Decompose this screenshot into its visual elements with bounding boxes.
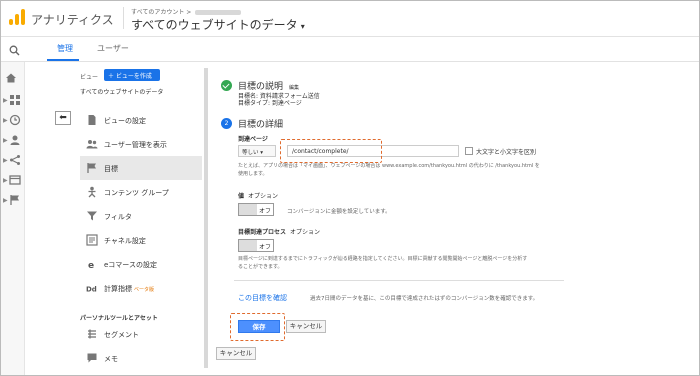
admin-item-annotations[interactable]: メモ [80,346,202,370]
acquisition-branch-icon[interactable]: ▶ [3,154,21,168]
toggle-state: オフ [258,208,271,215]
edit-link[interactable]: 編集 [289,85,299,91]
admin-item-channel-settings[interactable]: チャネル設定 [80,228,202,252]
chevron-down-icon: ▾ [300,22,305,31]
funnel-toggle[interactable]: オフ [238,239,274,252]
save-highlight-box [230,313,285,341]
admin-item-label: コンテンツ グループ [104,189,169,197]
value-help-text: コンバージョンに金額を設定しています。 [287,209,391,215]
beta-badge: ベータ版 [134,287,155,293]
search-icon[interactable] [9,45,20,56]
toggle-knob [239,204,257,215]
header-divider [123,7,124,29]
match-type-dropdown[interactable]: 等しい ▾ [238,145,276,157]
document-icon [88,115,96,125]
admin-item-label: ユーザー管理を表示 [104,141,167,149]
analytics-logo-icon[interactable] [9,9,25,25]
audience-person-icon[interactable]: ▶ [3,134,21,148]
view-label: ビュー [80,74,99,81]
channel-icon [86,234,98,246]
destination-help-text: たとえば、アプリの場合は「マイ画面」、ウェブページの場合は www.exampl… [238,163,540,169]
memo-icon [87,353,97,363]
blurred-account-name [195,10,242,15]
admin-item-label: メモ [104,355,118,363]
tab-users[interactable]: ユーザー [97,43,129,54]
tab-admin[interactable]: 管理 [57,43,73,54]
funnel-help-text-2: ることができます。 [238,264,283,270]
admin-item-filters[interactable]: フィルタ [80,204,202,228]
svg-text:Dd: Dd [86,286,97,294]
svg-text:e: e [88,261,94,270]
admin-item-label: フィルタ [104,213,132,221]
cancel-goal-button[interactable]: キャンセル [216,347,256,360]
destination-label: 到達ページ [238,136,268,143]
admin-item-view-settings[interactable]: ビューの設定 [80,108,202,132]
verify-goal-help-text: 過去7日間のデータを基に、この目標で達成されたはずのコンバージョン数を確認できま… [310,296,539,302]
goal-details-title: 目標の詳細 [238,120,284,130]
cart-icon: e [88,261,94,270]
home-icon[interactable] [5,72,21,86]
goal-type-text: 目標タイプ: 到達ページ [238,100,302,107]
column-divider [204,68,208,368]
goal-name-text: 目標名: 資料請求フォーム送信 [238,93,320,100]
verify-goal-link[interactable]: この目標を確認 [238,293,287,303]
case-sensitive-label: 大文字と小文字を区別 [476,149,537,156]
case-sensitive-checkbox[interactable] [465,147,473,155]
admin-view-menu: ビューの設定 ユーザー管理を表示 目標 コンテンツ グループ フィルタ チャネル… [80,100,202,376]
person-icon [88,186,96,198]
left-rail: ▶ ▶ ▶ ▶ ▶ ▶ [1,62,25,375]
admin-item-label: チャネル設定 [104,237,146,245]
optional-text: オプション [248,193,279,200]
view-selector[interactable]: すべてのウェブサイトのデータ [80,87,163,96]
destination-highlight-box [280,139,382,163]
funnel-help-text: 目標ページに到達するまでにトラフィックが辿る経路を指定してください。目標に貢献す… [238,256,528,262]
personal-tools-heading: パーソナルツールとアセット [80,315,158,322]
realtime-clock-icon[interactable]: ▶ [3,114,21,128]
filter-icon [87,211,97,221]
goal-description-title: 目標の説明 編集 [238,82,300,92]
admin-item-label: eコマースの設定 [104,261,157,269]
tab-bar: 管理 ユーザー [1,37,699,62]
section-divider [234,280,564,281]
destination-help-text-2: 使用します。 [238,171,268,177]
account-breadcrumb[interactable]: すべてのアカウント > [131,7,242,16]
conversions-flag-icon[interactable]: ▶ [3,194,21,208]
value-toggle[interactable]: オフ [238,203,274,216]
check-circle-icon [221,80,232,91]
admin-item-label: 目標 [104,165,118,173]
admin-item-goals[interactable]: 目標 [80,156,202,180]
admin-item-label: セグメント [104,331,139,339]
dd-icon: Dd [86,286,97,294]
property-selector[interactable]: すべてのウェブサイトのデータ ▾ [131,16,305,33]
admin-item-user-management[interactable]: ユーザー管理を表示 [80,132,202,156]
back-arrow-icon[interactable]: ⬅ [55,111,71,125]
users-icon [86,140,98,149]
segment-icon [88,329,96,339]
step-number-badge: 2 [221,118,232,129]
customization-icon[interactable]: ▶ [3,94,21,108]
admin-item-segments[interactable]: セグメント [80,322,202,346]
toggle-state: オフ [258,244,271,251]
admin-item-label: ビューの設定 [104,117,146,125]
top-header: アナリティクス すべてのアカウント > すべてのウェブサイトのデータ ▾ [1,1,699,37]
admin-item-content-grouping[interactable]: コンテンツ グループ [80,180,202,204]
active-tab-indicator [47,59,79,61]
behavior-window-icon[interactable]: ▶ [3,174,21,188]
value-label: 値オプション [238,193,279,200]
funnel-label: 目標到達プロセス オプション [238,229,321,236]
admin-item-ecommerce-settings[interactable]: e eコマースの設定 [80,252,202,276]
admin-item-calculated-metrics[interactable]: Dd 計算指標 ベータ版 [80,276,202,300]
admin-item-label: 計算指標 ベータ版 [104,285,155,293]
cancel-button[interactable]: キャンセル [286,320,326,333]
toggle-knob [239,240,257,251]
create-view-button[interactable]: ＋ ビューを作成 [104,69,160,81]
flag-icon [87,163,96,173]
optional-text: オプション [290,229,321,236]
app-name: アナリティクス [31,13,114,27]
